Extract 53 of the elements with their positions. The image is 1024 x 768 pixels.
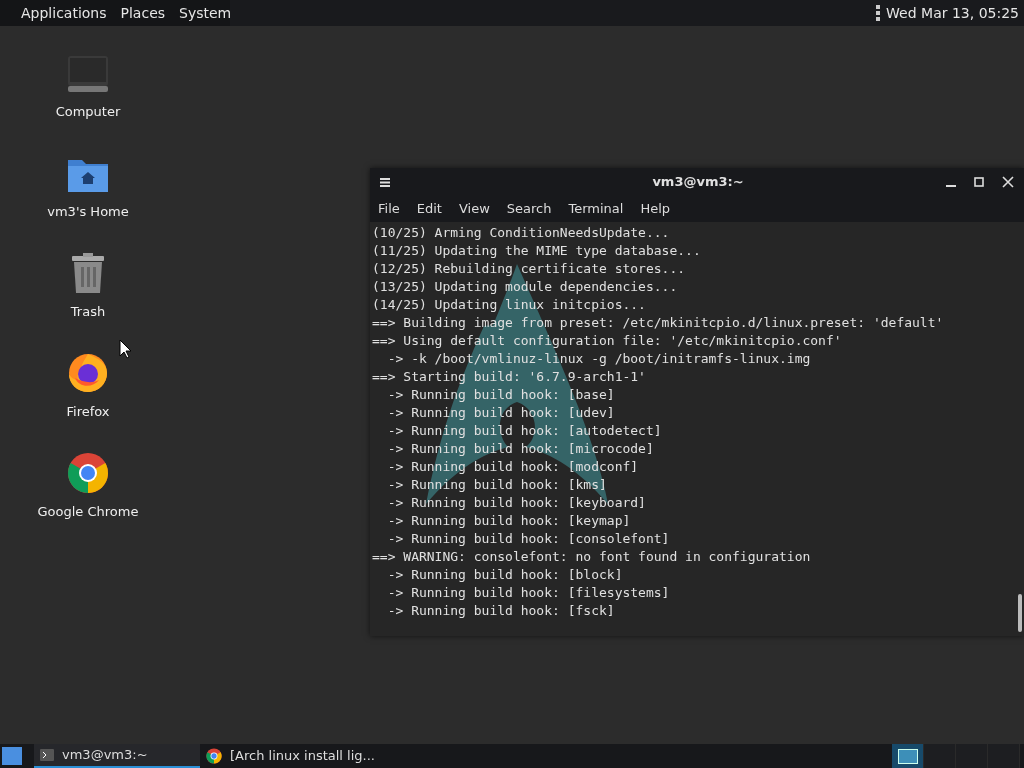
panel-menu[interactable]: Applications [21, 2, 107, 24]
terminal-line: -> Running build hook: [kms] [386, 476, 607, 494]
terminal-line: -> Running build hook: [filesystems] [386, 584, 670, 602]
window-title: vm3@vm3:~ [652, 173, 744, 192]
terminal-icon [40, 749, 54, 761]
taskbar-button[interactable]: [Arch linux install lig... [200, 744, 381, 768]
terminal-line: -> Running build hook: [fsck] [386, 602, 615, 620]
desktop-icon-label[interactable]: Computer [55, 102, 121, 122]
panel-menu[interactable]: Places [120, 2, 166, 24]
terminal-line: -> Running build hook: [keymap] [386, 512, 631, 530]
terminal-line: -> Running build hook: [block] [386, 566, 623, 584]
terminal-line: (13/25) Updating module dependencies... [372, 278, 678, 296]
vertical-dots-icon[interactable] [876, 5, 881, 21]
terminal-line: -> Running build hook: [modconf] [386, 458, 639, 476]
terminal-line: ==> Starting build: '6.7.9-arch1-1' [372, 368, 646, 386]
menu-icon[interactable] [380, 177, 390, 187]
mouse-pointer-icon [119, 339, 131, 359]
terminal-line: ==> WARNING: consolefont: no font found in configuration [372, 548, 811, 566]
scrollbar-thumb[interactable] [1018, 594, 1022, 632]
menu-item[interactable]: View [458, 199, 490, 219]
terminal-line: -> Running build hook: [keyboard] [386, 494, 646, 512]
terminal-line: (11/25) Updating the MIME type database... [372, 242, 701, 260]
desktop-icon-label[interactable]: vm3's Home [47, 202, 129, 222]
desktop-icon-label[interactable]: Trash [70, 302, 106, 322]
terminal-line: -> Running build hook: [consolefont] [386, 530, 670, 548]
menu-item[interactable]: Search [506, 199, 552, 219]
desktop-icon-label[interactable]: Google Chrome [37, 502, 139, 522]
desktop-icon-label[interactable]: Firefox [66, 402, 110, 422]
trash-icon [70, 252, 106, 294]
terminal-line: -> -k /boot/vmlinuz-linux -g /boot/initramfs-linux.img [386, 350, 811, 368]
taskbar-button[interactable]: vm3@vm3:~ [34, 744, 200, 768]
terminal-line: -> Running build hook: [microcode] [386, 440, 654, 458]
terminal-line: -> Running build hook: [autodetect] [386, 422, 662, 440]
terminal-line: ==> Using default configuration file: '/etc/mkinitcpio.conf' [372, 332, 842, 350]
terminal-line: (14/25) Updating linux initcpios... [372, 296, 646, 314]
menu-item[interactable]: Edit [416, 199, 442, 219]
terminal-line: (12/25) Rebuilding certificate stores... [372, 260, 686, 278]
terminal-line: -> Running build hook: [base] [386, 386, 615, 404]
chrome-icon [67, 452, 109, 494]
menu-item[interactable]: Terminal [568, 199, 624, 219]
maximize-icon[interactable] [974, 177, 984, 187]
monitor-icon [66, 54, 110, 94]
terminal-line: -> Running build hook: [udev] [386, 404, 615, 422]
terminal-line: ==> Building image from preset: /etc/mkinitcpio.d/linux.preset: 'default' [372, 314, 944, 332]
menu-item[interactable]: File [378, 199, 400, 219]
menu-item[interactable]: Help [640, 199, 671, 219]
chrome-icon [206, 748, 222, 764]
panel-menu[interactable]: System [179, 2, 232, 24]
close-icon[interactable] [1002, 176, 1014, 188]
workspace-button[interactable] [892, 744, 924, 768]
terminal-line: (10/25) Arming ConditionNeedsUpdate... [372, 224, 670, 242]
clock[interactable]: Wed Mar 13, 05:25 [886, 2, 1019, 24]
fox-globe-icon [67, 352, 109, 394]
